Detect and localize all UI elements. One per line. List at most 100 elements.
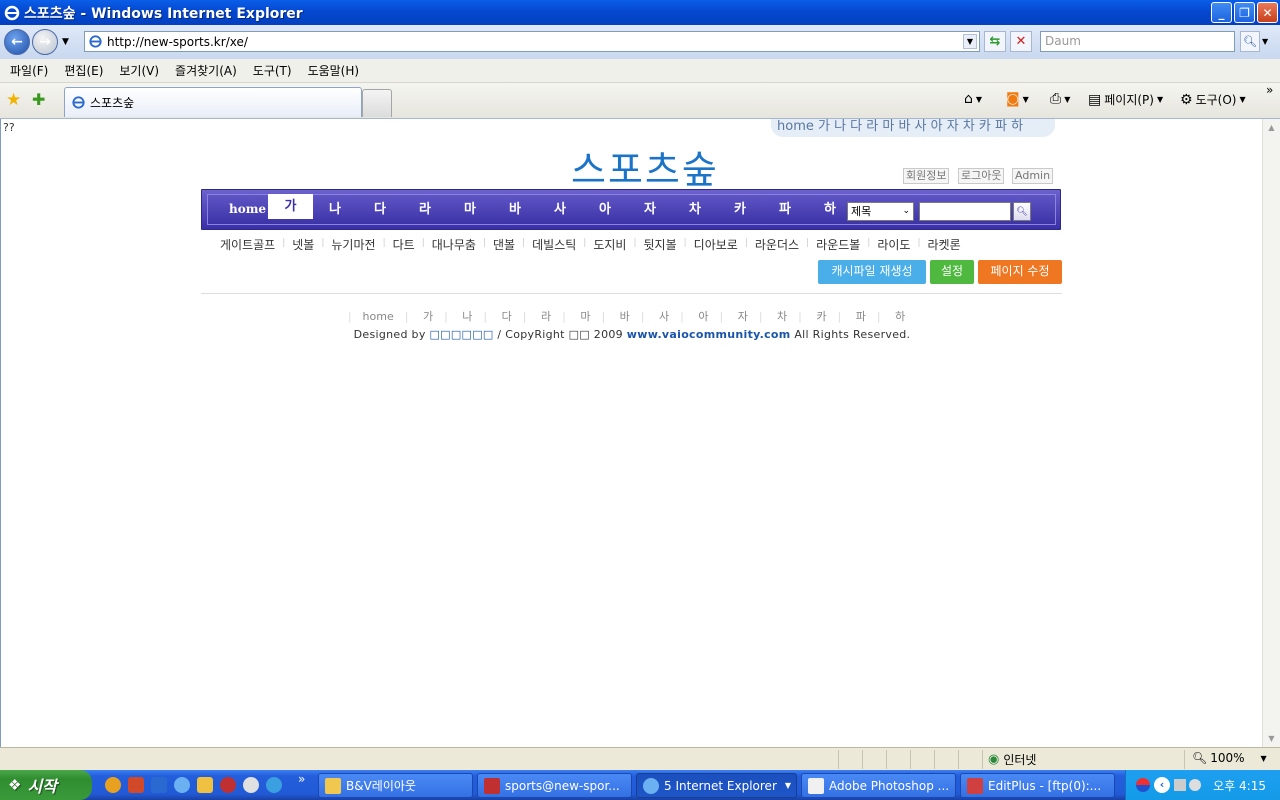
nav-item-ma[interactable]: 마 (460, 198, 480, 217)
home-button[interactable]: ⌂ ▼ (964, 91, 982, 107)
refresh-icon[interactable]: ⇆ (984, 31, 1006, 52)
volume-icon[interactable] (1189, 779, 1201, 791)
sub-nav-item[interactable]: 게이트골프 (213, 236, 282, 253)
footer-nav-item[interactable]: 바 (609, 310, 641, 323)
scroll-down-icon[interactable]: ▼ (1263, 730, 1280, 747)
quicklaunch-ie-icon[interactable] (174, 777, 190, 793)
menu-view[interactable]: 보기(V) (119, 62, 159, 79)
sub-nav-item[interactable]: 댄볼 (486, 236, 522, 253)
menu-tools[interactable]: 도구(T) (253, 62, 292, 79)
stop-icon[interactable]: ✕ (1010, 31, 1032, 52)
taskbar-item-photoshop[interactable]: Adobe Photoshop ... (801, 773, 956, 798)
more-commands-icon[interactable]: » (1266, 83, 1273, 97)
menu-favorites[interactable]: 즐겨찾기(A) (175, 62, 237, 79)
nav-item-a[interactable]: 아 (595, 198, 615, 217)
quicklaunch-app-icon[interactable] (220, 777, 236, 793)
search-field-select[interactable]: 제목 ⌄ (847, 202, 914, 221)
taskbar-item-ftp[interactable]: sports@new-spor... (477, 773, 632, 798)
footer-nav-item[interactable]: home (352, 310, 405, 323)
sub-nav-item[interactable]: 다트 (386, 236, 422, 253)
sub-nav-item[interactable]: 라이도 (870, 236, 917, 253)
footer-nav-item[interactable]: 아 (687, 310, 719, 323)
taskbar-item-editplus[interactable]: EditPlus - [ftp(0):... (960, 773, 1115, 798)
regenerate-cache-button[interactable]: 캐시파일 재생성 (818, 260, 926, 284)
taskbar-item-ie[interactable]: 5 Internet Explorer ▼ (636, 773, 797, 798)
add-favorite-icon[interactable]: ✚ (32, 90, 45, 109)
ime-icon[interactable] (1136, 778, 1150, 792)
zoom-control[interactable]: 🔍︎ 100% ▼ (1192, 751, 1267, 765)
sub-nav-item[interactable]: 디아보로 (687, 236, 745, 253)
quicklaunch-app-icon[interactable] (105, 777, 121, 793)
page-menu-button[interactable]: ▤ 페이지(P) ▼ (1088, 91, 1163, 108)
top-nav[interactable]: home 가 나 다 라 마 바 사 아 자 차 카 파 하 (771, 119, 1055, 137)
new-tab-button[interactable] (362, 89, 392, 117)
quicklaunch-app-icon[interactable] (197, 777, 213, 793)
nav-item-ra[interactable]: 라 (415, 198, 435, 217)
footer-nav-item[interactable]: 가 (412, 310, 444, 323)
nav-item-sa[interactable]: 사 (550, 198, 570, 217)
sub-nav-item[interactable]: 넷볼 (285, 236, 321, 253)
forward-button[interactable]: → (32, 29, 58, 55)
url-field[interactable]: http://new-sports.kr/xe/ ▼ (84, 31, 980, 52)
favorites-star-icon[interactable]: ★ (6, 90, 21, 110)
tray-expand-icon[interactable]: ‹ (1154, 777, 1170, 793)
nav-item-cha[interactable]: 차 (685, 198, 705, 217)
tab-active[interactable]: 스포츠숲 (64, 87, 362, 117)
feeds-button[interactable]: ◙ ▼ (1006, 91, 1029, 107)
menu-file[interactable]: 파일(F) (10, 62, 48, 79)
quicklaunch-app-icon[interactable] (151, 777, 167, 793)
nav-item-ka[interactable]: 카 (730, 198, 750, 217)
footer-nav-item[interactable]: 라 (530, 310, 562, 323)
menu-edit[interactable]: 편집(E) (64, 62, 103, 79)
minimize-button[interactable]: _ (1211, 2, 1232, 23)
sub-nav-item[interactable]: 도지비 (586, 236, 633, 253)
nav-item-pa[interactable]: 파 (775, 198, 795, 217)
site-search-button[interactable]: 🔍︎ (1013, 202, 1031, 221)
sub-nav-item[interactable]: 뒷지볼 (637, 236, 684, 253)
taskbar-item-folder[interactable]: B&V레이아웃 (318, 773, 473, 798)
logout-button[interactable]: 로그아웃 (958, 168, 1005, 184)
quicklaunch-app-icon[interactable] (266, 777, 282, 793)
footer-nav-item[interactable]: 차 (766, 310, 798, 323)
sub-nav-item[interactable]: 라운더스 (748, 236, 806, 253)
footer-nav-item[interactable]: 나 (451, 310, 483, 323)
footer-nav-item[interactable]: 다 (491, 310, 523, 323)
footer-nav-item[interactable]: 사 (648, 310, 680, 323)
designer-link[interactable]: □□□□□□ (429, 328, 493, 341)
site-search-input[interactable] (919, 202, 1011, 221)
footer-nav-item[interactable]: 하 (884, 310, 916, 323)
settings-button[interactable]: 설정 (930, 260, 974, 284)
search-input[interactable]: Daum (1040, 31, 1235, 52)
recent-pages-dropdown-icon[interactable]: ▼ (62, 37, 69, 47)
site-logo[interactable]: 스포츠숲 (571, 139, 719, 194)
nav-item-da[interactable]: 다 (370, 198, 390, 217)
clock[interactable]: 오후 4:15 (1213, 777, 1266, 794)
sub-nav-item[interactable]: 뉴기마전 (324, 236, 382, 253)
start-button[interactable]: ❖ 시작 (0, 770, 92, 800)
nav-item-ba[interactable]: 바 (505, 198, 525, 217)
search-options-dropdown-icon[interactable]: ▼ (1262, 37, 1268, 46)
footer-nav-item[interactable]: 카 (805, 310, 837, 323)
sub-nav-item[interactable]: 라운드볼 (809, 236, 867, 253)
print-button[interactable]: ⎙ ▼ (1050, 91, 1070, 107)
nav-item-ga[interactable]: 가 (268, 194, 313, 219)
search-icon[interactable]: 🔍︎ (1240, 31, 1260, 52)
quicklaunch-app-icon[interactable] (243, 777, 259, 793)
back-button[interactable]: ← (4, 29, 30, 55)
url-dropdown-icon[interactable]: ▼ (963, 34, 977, 49)
member-info-button[interactable]: 회원정보 (903, 168, 950, 184)
scroll-up-icon[interactable]: ▲ (1263, 119, 1280, 136)
edit-page-button[interactable]: 페이지 수정 (978, 260, 1062, 284)
site-link[interactable]: www.vaiocommunity.com (627, 328, 791, 341)
tools-menu-button[interactable]: ⚙ 도구(O) ▼ (1180, 91, 1246, 108)
restore-button[interactable]: ❐ (1234, 2, 1255, 23)
sub-nav-item[interactable]: 대나무춤 (425, 236, 483, 253)
nav-item-ja[interactable]: 자 (640, 198, 660, 217)
admin-button[interactable]: Admin (1012, 168, 1054, 184)
sub-nav-item[interactable]: 데빌스틱 (525, 236, 583, 253)
network-icon[interactable] (1174, 779, 1186, 791)
quicklaunch-more-icon[interactable]: » (298, 772, 305, 786)
quicklaunch-app-icon[interactable] (128, 777, 144, 793)
footer-nav-item[interactable]: 마 (569, 310, 601, 323)
nav-item-na[interactable]: 나 (325, 198, 345, 217)
